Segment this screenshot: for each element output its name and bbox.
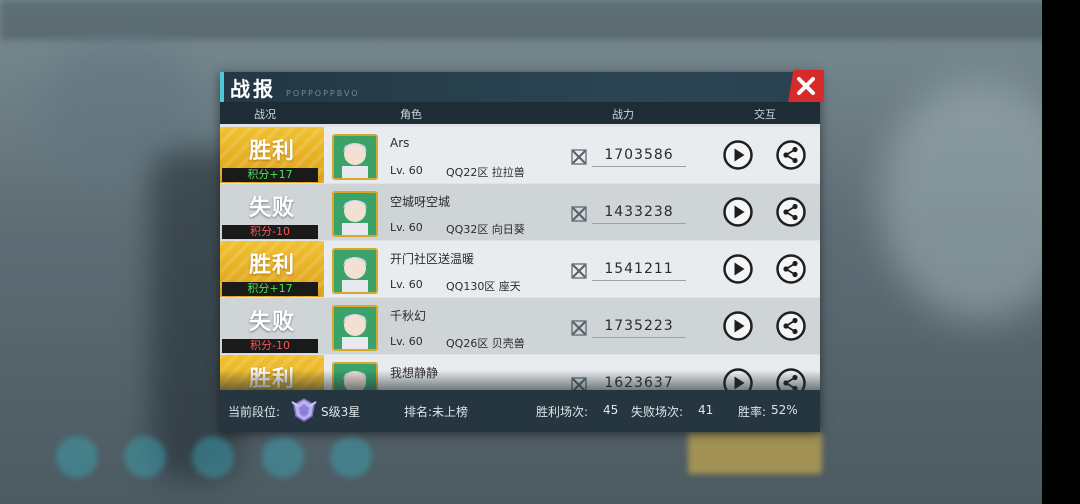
player-avatar[interactable]	[332, 191, 378, 237]
rank-value: S级3星	[321, 405, 361, 419]
player-server: QQ32区 向日葵	[446, 223, 525, 236]
power-icon	[570, 262, 588, 280]
share-button[interactable]	[775, 196, 807, 228]
result-text: 失败	[248, 196, 295, 221]
replay-button[interactable]	[722, 310, 754, 342]
record-row: 失败 积分-10 空城呀空城 Lv. 60 QQ32区 向日葵 1433238	[220, 184, 820, 240]
play-icon	[723, 197, 753, 227]
power-value: 1541211	[592, 258, 686, 281]
background-button	[330, 436, 372, 478]
result-block: 胜利 积分+17	[220, 241, 324, 297]
play-icon	[723, 311, 753, 341]
power-icon	[570, 319, 588, 337]
result-text: 胜利	[248, 253, 295, 278]
player-level: Lv. 60	[390, 221, 423, 234]
play-icon	[723, 254, 753, 284]
player-level: Lv. 60	[390, 335, 423, 348]
wins-label: 胜利场次:	[536, 405, 589, 419]
player-name: 开门社区送温暖	[390, 252, 475, 266]
column-result: 战况	[254, 108, 276, 121]
current-rank-label: 当前段位:	[228, 405, 281, 419]
background-button	[192, 436, 234, 478]
replay-button[interactable]	[722, 139, 754, 171]
share-icon	[776, 197, 806, 227]
record-row: 胜利 积分+17 开门社区送温暖 Lv. 60 QQ130区 座天 154121…	[220, 241, 820, 297]
share-icon	[776, 254, 806, 284]
player-server: QQ22区 拉拉兽	[446, 166, 525, 179]
player-avatar[interactable]	[332, 248, 378, 294]
battle-report-dialog: 战报 POPPOPPBVO 战况 角色 战力 交互 胜利 积分+17 Ars L…	[220, 70, 824, 432]
column-power: 战力	[612, 108, 634, 121]
winrate-value: 52%	[771, 403, 798, 417]
header-accent	[220, 72, 224, 102]
player-avatar[interactable]	[332, 134, 378, 180]
column-role: 角色	[400, 108, 422, 121]
player-name: Ars	[390, 136, 410, 150]
scroll-fade	[220, 370, 820, 390]
background-topbar	[0, 0, 1080, 40]
dialog-footer: 当前段位: S级3星 排名:未上榜 胜利场次: 45 失败场次: 41 胜率: …	[220, 390, 820, 432]
replay-button[interactable]	[722, 253, 754, 285]
power-value: 1735223	[592, 315, 686, 338]
result-block: 胜利 积分+17	[220, 127, 324, 183]
player-avatar[interactable]	[332, 305, 378, 351]
background-confirm-button	[688, 432, 822, 474]
score-badge: 积分-10	[222, 339, 318, 353]
share-button[interactable]	[775, 310, 807, 342]
record-list[interactable]: 胜利 积分+17 Ars Lv. 60 QQ22区 拉拉兽 1703586 失败…	[220, 127, 820, 390]
player-level: Lv. 60	[390, 278, 423, 291]
player-name: 空城呀空城	[390, 195, 451, 209]
dialog-subtitle: POPPOPPBVO	[286, 89, 360, 98]
player-server: QQ26区 贝壳兽	[446, 337, 525, 350]
background-button	[56, 436, 98, 478]
dialog-title: 战报	[230, 77, 276, 101]
power-value: 1433238	[592, 201, 686, 224]
power-icon	[570, 205, 588, 223]
wins-value: 45	[603, 403, 619, 417]
replay-button[interactable]	[722, 196, 754, 228]
record-row: 胜利 积分+17 Ars Lv. 60 QQ22区 拉拉兽 1703586	[220, 127, 820, 183]
losses-label: 失败场次:	[631, 405, 684, 419]
ranking-text: 排名:未上榜	[404, 405, 469, 419]
result-text: 失败	[248, 310, 295, 335]
screen-edge	[1042, 0, 1080, 504]
play-icon	[723, 140, 753, 170]
player-server: QQ130区 座天	[446, 280, 521, 293]
rank-badge-icon	[290, 396, 318, 424]
score-badge: 积分+17	[222, 168, 318, 182]
share-button[interactable]	[775, 139, 807, 171]
result-block: 失败 积分-10	[220, 298, 324, 354]
losses-value: 41	[698, 403, 714, 417]
column-header: 战况 角色 战力 交互	[220, 102, 820, 124]
column-interact: 交互	[754, 108, 776, 121]
share-button[interactable]	[775, 253, 807, 285]
share-icon	[776, 311, 806, 341]
result-block: 失败 积分-10	[220, 184, 324, 240]
background-button	[262, 436, 304, 478]
power-icon	[570, 148, 588, 166]
score-badge: 积分-10	[222, 225, 318, 239]
record-row: 失败 积分-10 千秋幻 Lv. 60 QQ26区 贝壳兽 1735223	[220, 298, 820, 354]
score-badge: 积分+17	[222, 282, 318, 296]
result-text: 胜利	[248, 139, 295, 164]
winrate-label: 胜率:	[738, 405, 767, 419]
close-button[interactable]	[788, 70, 824, 102]
close-icon	[797, 77, 815, 95]
player-level: Lv. 60	[390, 164, 423, 177]
dialog-header: 战报 POPPOPPBVO	[220, 72, 820, 102]
share-icon	[776, 140, 806, 170]
player-name: 千秋幻	[390, 309, 427, 323]
background-button	[124, 436, 166, 478]
power-value: 1703586	[592, 144, 686, 167]
